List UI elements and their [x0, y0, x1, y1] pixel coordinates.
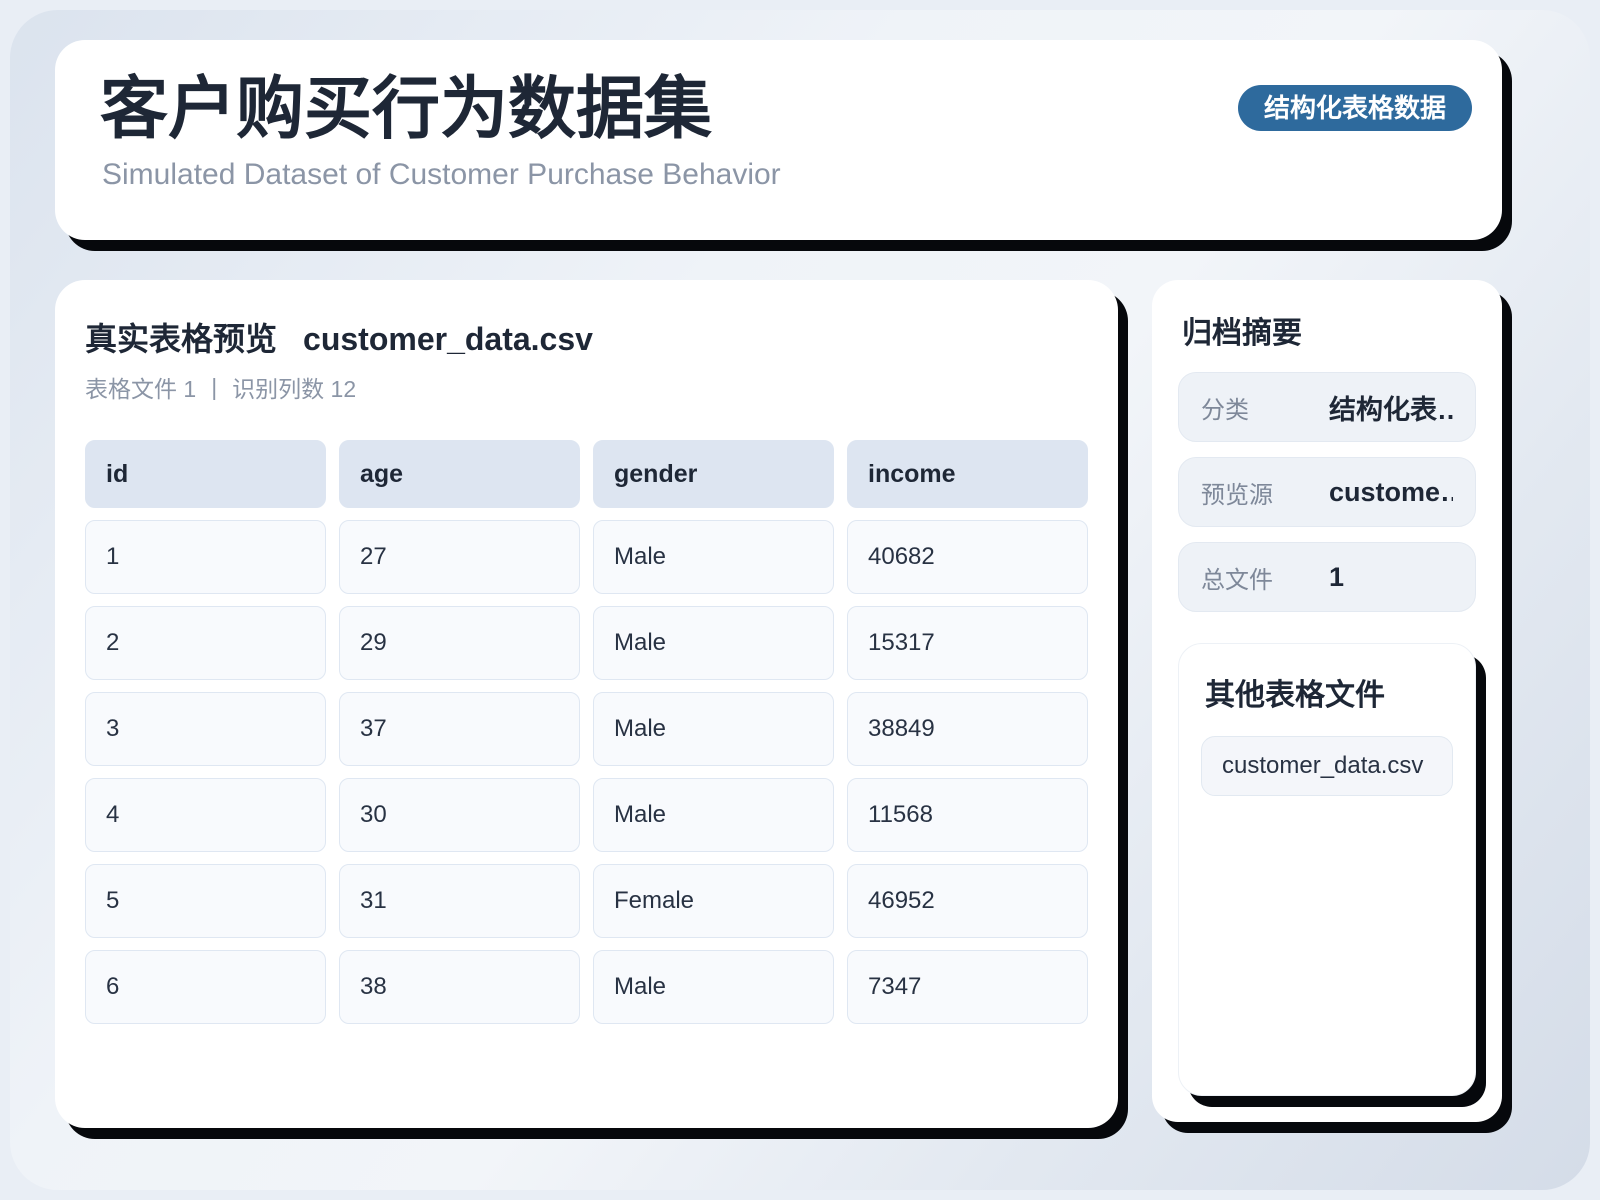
table-cell: 3	[85, 692, 326, 766]
stat-row-category: 分类 结构化表…	[1178, 372, 1476, 442]
column-header-age: age	[339, 440, 580, 508]
meta-separator: |	[211, 373, 218, 400]
table-cell: 38	[339, 950, 580, 1024]
table-cell: Male	[593, 520, 834, 594]
table-cell: 7347	[847, 950, 1088, 1024]
table-cell: 29	[339, 606, 580, 680]
other-files-title: 其他表格文件	[1205, 679, 1385, 712]
table-cell: 6	[85, 950, 326, 1024]
preview-title: 真实表格预览	[85, 321, 278, 357]
table-cell: 11568	[847, 778, 1088, 852]
stat-value: 1	[1329, 561, 1345, 592]
file-list-item[interactable]: customer_data.csv	[1201, 736, 1453, 796]
table-cell: Male	[593, 606, 834, 680]
header-card: 结构化表格数据 客户购买行为数据集 Simulated Dataset of C…	[55, 40, 1502, 240]
stat-row-total-files: 总文件 1	[1178, 542, 1476, 612]
column-header-id: id	[85, 440, 326, 508]
table-cell: Male	[593, 692, 834, 766]
table-cell: 15317	[847, 606, 1088, 680]
table-cell: 38849	[847, 692, 1088, 766]
stat-value: custome…	[1329, 476, 1453, 507]
table-cell: 37	[339, 692, 580, 766]
meta-column-count: 识别列数 12	[232, 376, 357, 402]
stat-row-preview-source: 预览源 custome…	[1178, 457, 1476, 527]
category-badge: 结构化表格数据	[1237, 85, 1472, 131]
page-subtitle: Simulated Dataset of Customer Purchase B…	[102, 157, 781, 191]
archive-summary-card: 归档摘要 分类 结构化表… 预览源 custome… 总文件 1 其他表格文件 …	[1152, 280, 1502, 1122]
stat-value: 结构化表…	[1329, 394, 1453, 425]
data-table: id age gender income 1 27 Male 40682 2 29 Male 1531…	[85, 440, 1088, 1024]
table-cell: 5	[85, 864, 326, 938]
stat-label: 预览源	[1201, 481, 1273, 509]
table-cell: 40682	[847, 520, 1088, 594]
summary-title: 归档摘要	[1182, 317, 1302, 350]
column-header-gender: gender	[593, 440, 834, 508]
table-cell: Male	[593, 778, 834, 852]
files-list: customer_data.csv	[1201, 736, 1453, 796]
other-files-card: 其他表格文件 customer_data.csv	[1178, 643, 1476, 1096]
stat-label: 总文件	[1201, 566, 1273, 594]
table-cell: 30	[339, 778, 580, 852]
preview-filename: customer_data.csv	[303, 321, 593, 357]
table-cell: 4	[85, 778, 326, 852]
table-cell: Male	[593, 950, 834, 1024]
table-cell: 1	[85, 520, 326, 594]
table-cell: Female	[593, 864, 834, 938]
table-cell: 27	[339, 520, 580, 594]
table-preview-card: 真实表格预览 customer_data.csv 表格文件 1 | 识别列数 1…	[55, 280, 1118, 1128]
preview-meta: 表格文件 1 | 识别列数 12	[85, 370, 1088, 404]
meta-file-count: 表格文件 1	[85, 376, 197, 402]
stat-label: 分类	[1201, 396, 1249, 424]
table-cell: 31	[339, 864, 580, 938]
preview-title-row: 真实表格预览 customer_data.csv	[85, 314, 1088, 360]
table-cell: 46952	[847, 864, 1088, 938]
page-container: 结构化表格数据 客户购买行为数据集 Simulated Dataset of C…	[0, 0, 1502, 1128]
column-header-income: income	[847, 440, 1088, 508]
main-row: 真实表格预览 customer_data.csv 表格文件 1 | 识别列数 1…	[55, 280, 1502, 1128]
table-cell: 2	[85, 606, 326, 680]
